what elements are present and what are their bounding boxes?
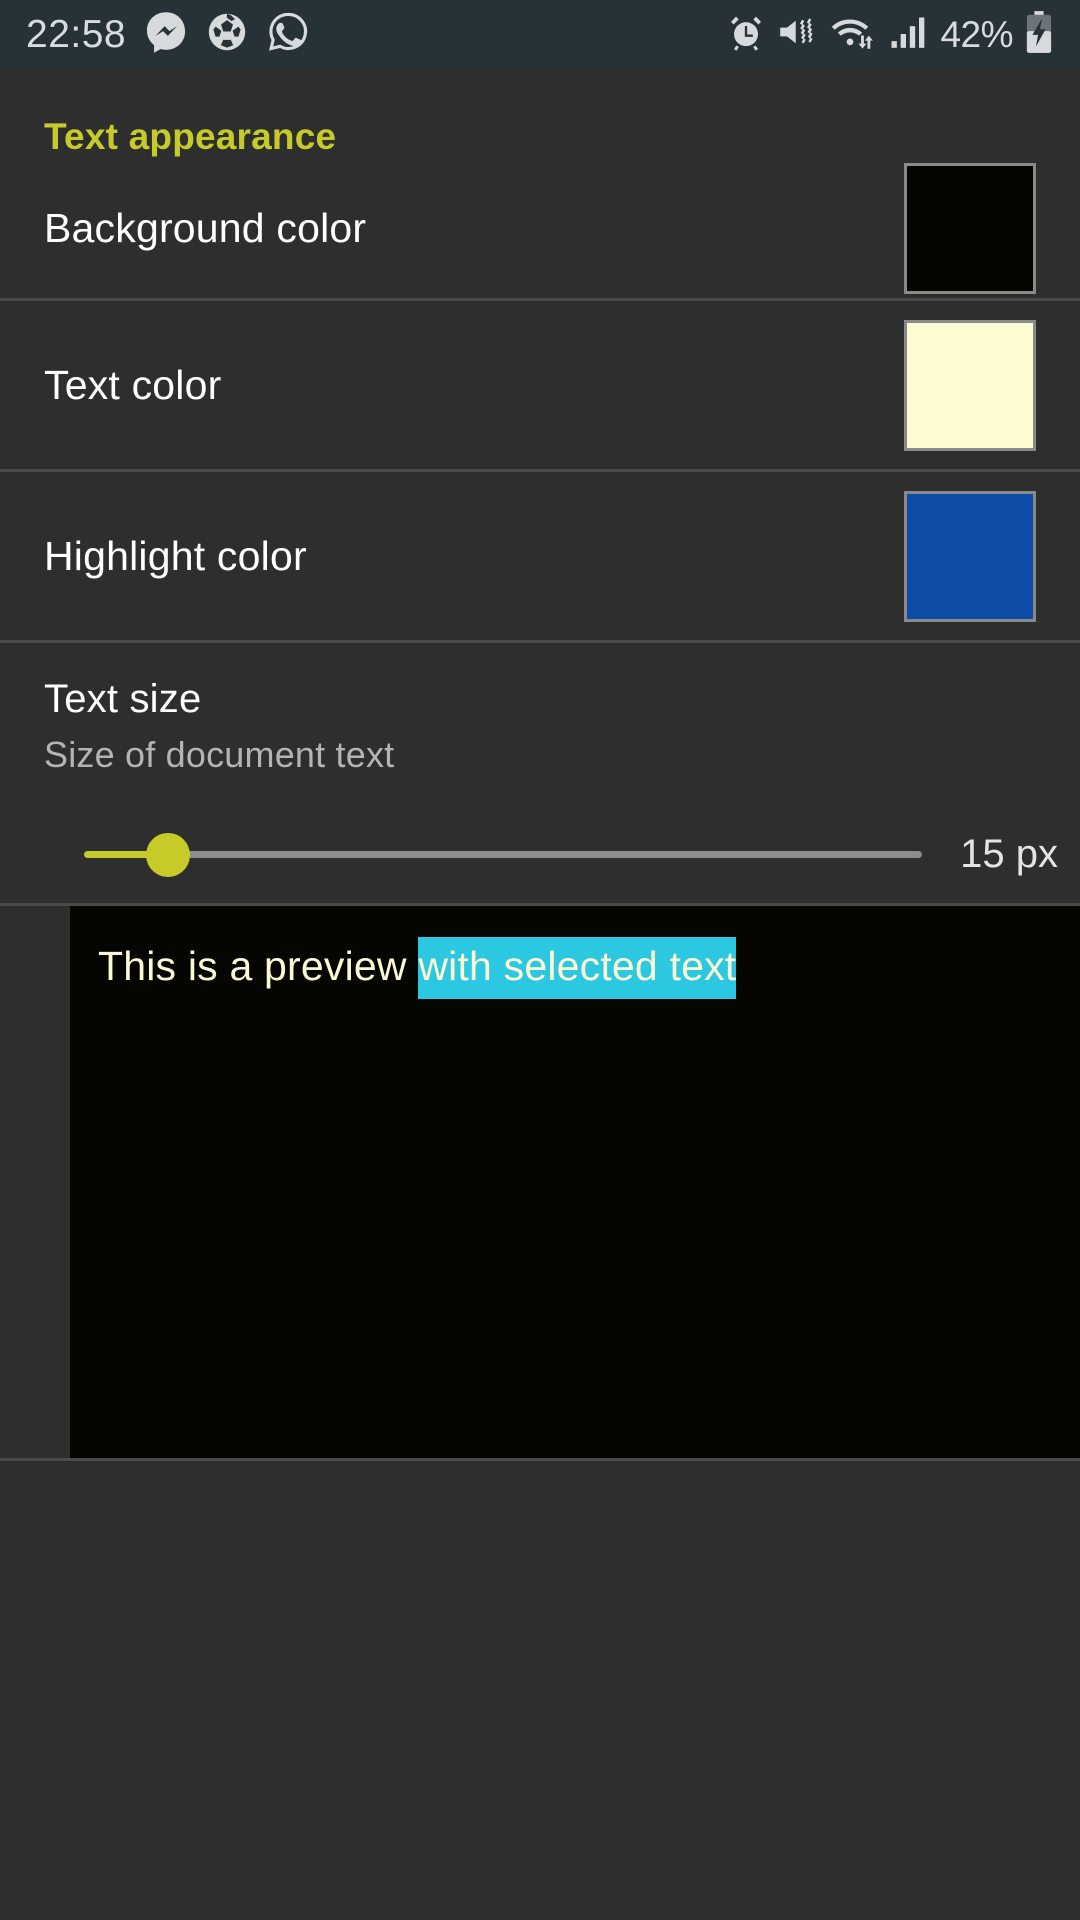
wifi-icon	[830, 12, 878, 57]
color-swatch-background-color[interactable]	[904, 162, 1036, 294]
messenger-icon	[144, 10, 188, 59]
color-swatch-fill	[907, 165, 1033, 291]
preview-strip: This is a preview with selected text	[0, 906, 1080, 1458]
preview-selected-text: with selected text	[418, 937, 737, 999]
vibrate-icon	[777, 12, 819, 57]
status-bar-left: 22:58	[26, 10, 310, 59]
text-preview-box[interactable]: This is a preview with selected text	[70, 906, 1080, 1458]
battery-charging-icon	[1024, 10, 1054, 59]
pref-sublabel-text-size: Size of document text	[44, 734, 395, 775]
pref-label-text-size: Text size	[44, 677, 202, 721]
status-bar: 22:58 42%	[0, 0, 1080, 68]
color-swatch-fill	[907, 493, 1033, 619]
pref-row-background-color[interactable]: Background color	[0, 158, 1080, 298]
pref-label-highlight-color: Highlight color	[44, 532, 307, 579]
pref-row-highlight-color[interactable]: Highlight color	[0, 472, 1080, 640]
color-swatch-highlight-color[interactable]	[904, 490, 1036, 622]
pref-label-background-color: Background color	[44, 204, 367, 251]
alarm-icon	[726, 12, 766, 57]
empty-area-below	[0, 1461, 1080, 1761]
whatsapp-icon	[266, 10, 310, 59]
text-size-slider-row[interactable]: 15 px	[0, 802, 1080, 903]
soccer-ball-icon	[206, 11, 248, 58]
color-swatch-text-color[interactable]	[904, 319, 1036, 451]
battery-percent-label: 42%	[940, 13, 1013, 55]
text-size-value-label: 15 px	[960, 832, 1058, 876]
status-bar-clock: 22:58	[26, 12, 127, 56]
page-title: Text appearance	[44, 116, 337, 157]
pref-row-text-size[interactable]: Text size Size of document text	[0, 643, 1080, 802]
settings-content: Text appearance Background color Text co…	[0, 68, 1080, 1920]
preview-plain-text: This is a preview	[98, 943, 419, 989]
preview-text: This is a preview with selected text	[98, 937, 1080, 999]
color-swatch-fill	[907, 322, 1033, 448]
text-size-slider[interactable]	[64, 832, 923, 877]
signal-icon	[889, 12, 929, 57]
pref-row-text-color[interactable]: Text color	[0, 301, 1080, 469]
status-bar-right: 42%	[726, 10, 1054, 59]
preview-gutter	[0, 906, 70, 1458]
slider-track[interactable]	[104, 851, 923, 858]
slider-thumb[interactable]	[146, 832, 190, 877]
pref-label-text-color: Text color	[44, 361, 222, 408]
